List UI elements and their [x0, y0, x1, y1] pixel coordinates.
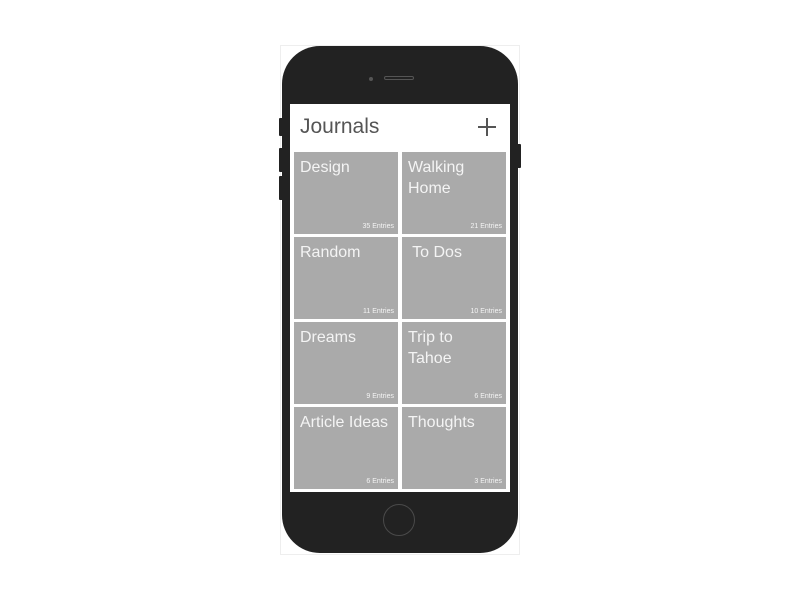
- journal-name: Dreams: [300, 329, 357, 346]
- add-journal-button[interactable]: [476, 116, 498, 138]
- journal-name: To Dos: [408, 244, 462, 261]
- journal-tile-design[interactable]: Design 35 Entries: [294, 152, 398, 234]
- journal-name: Walking Home: [408, 159, 465, 197]
- app-header: Journals: [290, 104, 510, 152]
- entry-count: 10 Entries: [470, 308, 502, 315]
- journal-tile-to-dos[interactable]: To Dos 10 Entries: [402, 237, 506, 319]
- journal-tile-dreams[interactable]: Dreams 9 Entries: [294, 322, 398, 404]
- journal-grid: Design 35 Entries Walking Home 21 Entrie…: [294, 152, 506, 489]
- entry-count: 11 Entries: [363, 308, 394, 315]
- journal-tile-thoughts[interactable]: Thoughts 3 Entries: [402, 407, 506, 489]
- home-button[interactable]: [383, 504, 415, 536]
- journal-name: Trip to Tahoe: [408, 329, 453, 367]
- app-screen: Journals Design 35 Entries Walking Home …: [290, 104, 510, 492]
- journal-tile-random[interactable]: Random 11 Entries: [294, 237, 398, 319]
- journal-tile-article-ideas[interactable]: Article Ideas 6 Entries: [294, 407, 398, 489]
- entry-count: 3 Entries: [474, 478, 502, 485]
- journal-name: Design: [300, 159, 350, 176]
- entry-count: 21 Entries: [470, 223, 502, 230]
- journal-name: Article Ideas: [300, 414, 389, 431]
- entry-count: 35 Entries: [362, 223, 394, 230]
- speaker-grille: [384, 76, 414, 80]
- journal-tile-walking-home[interactable]: Walking Home 21 Entries: [402, 152, 506, 234]
- journal-name: Random: [300, 244, 361, 261]
- journal-name: Thoughts: [408, 414, 475, 431]
- camera-icon: [369, 77, 373, 81]
- journal-tile-trip-to-tahoe[interactable]: Trip to Tahoe 6 Entries: [402, 322, 506, 404]
- entry-count: 9 Entries: [366, 393, 394, 400]
- page-title: Journals: [300, 115, 380, 138]
- entry-count: 6 Entries: [366, 478, 394, 485]
- entry-count: 6 Entries: [474, 393, 502, 400]
